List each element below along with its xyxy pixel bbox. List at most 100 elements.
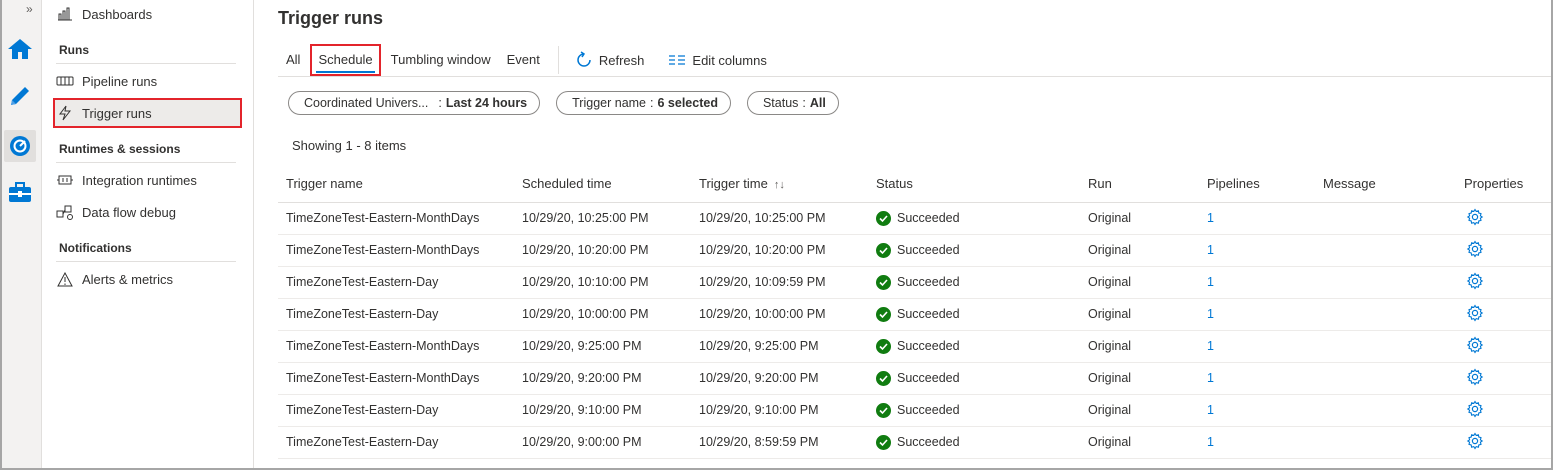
cell-pipelines: 1 bbox=[1199, 330, 1315, 363]
cell-trigger-name: TimeZoneTest-Eastern-MonthDays bbox=[278, 362, 514, 395]
column-header-label: Trigger time bbox=[699, 175, 768, 191]
table-row[interactable]: TimeZoneTest-Eastern-Day 10/29/20, 9:10:0… bbox=[278, 394, 1551, 427]
nav-divider bbox=[56, 63, 236, 64]
pipelines-link[interactable]: 1 bbox=[1207, 307, 1214, 321]
gear-icon[interactable] bbox=[1466, 303, 1484, 322]
gear-icon[interactable] bbox=[1466, 207, 1484, 226]
pipelines-link[interactable]: 1 bbox=[1207, 275, 1214, 289]
item-count: Showing 1 - 8 items bbox=[292, 138, 407, 153]
filter-label: Status bbox=[762, 96, 799, 110]
column-header-run[interactable]: Run bbox=[1080, 165, 1199, 203]
pipelines-link[interactable]: 1 bbox=[1207, 435, 1214, 449]
table-row[interactable]: TimeZoneTest-Eastern-MonthDays 10/29/20, … bbox=[278, 330, 1551, 363]
tab-tumbling-window[interactable]: Tumbling window bbox=[391, 50, 491, 70]
tab-schedule[interactable]: Schedule bbox=[310, 44, 381, 76]
cell-properties bbox=[1456, 330, 1551, 363]
refresh-button[interactable]: Refresh bbox=[575, 51, 644, 69]
pipelines-link[interactable]: 1 bbox=[1207, 403, 1214, 417]
gear-icon[interactable] bbox=[1466, 431, 1484, 450]
trigger-name-filter[interactable]: Trigger name : 6 selected bbox=[556, 91, 731, 115]
cell-run: Original bbox=[1080, 394, 1199, 427]
cell-trigger-time: 10/29/20, 9:10:00 PM bbox=[691, 394, 868, 427]
refresh-icon bbox=[577, 51, 591, 67]
edit-columns-button[interactable]: Edit columns bbox=[668, 53, 767, 68]
column-header-message[interactable]: Message bbox=[1315, 165, 1456, 203]
app-frame: » Dashboards Runs Pipeline runs Trigger … bbox=[0, 0, 1553, 470]
nav-item-label: Alerts & metrics bbox=[82, 271, 174, 287]
pipelines-link[interactable]: 1 bbox=[1207, 339, 1214, 353]
column-header-properties[interactable]: Properties bbox=[1456, 165, 1551, 203]
cell-pipelines: 1 bbox=[1199, 266, 1315, 299]
cell-status: Succeeded bbox=[868, 266, 1080, 299]
column-header-trigger-name[interactable]: Trigger name bbox=[278, 165, 514, 203]
manage-toolbox-icon[interactable] bbox=[6, 178, 34, 206]
gear-icon[interactable] bbox=[1466, 335, 1484, 354]
cell-properties bbox=[1456, 426, 1551, 459]
lightning-icon bbox=[56, 105, 74, 121]
nav-item-integration-runtimes[interactable]: Integration runtimes bbox=[56, 167, 238, 193]
cell-message bbox=[1315, 426, 1456, 459]
cell-message bbox=[1315, 362, 1456, 395]
success-check-icon bbox=[876, 402, 891, 418]
gear-icon[interactable] bbox=[1466, 239, 1484, 258]
pipelines-link[interactable]: 1 bbox=[1207, 211, 1214, 225]
cell-status: Succeeded bbox=[868, 330, 1080, 363]
filter-label: Coordinated Univers... bbox=[304, 96, 429, 110]
cell-run: Original bbox=[1080, 330, 1199, 363]
cell-trigger-time: 10/29/20, 10:09:59 PM bbox=[691, 266, 868, 299]
table-row[interactable]: TimeZoneTest-Eastern-Day 10/29/20, 9:00:0… bbox=[278, 426, 1551, 459]
cell-status: Succeeded bbox=[868, 298, 1080, 331]
gear-icon[interactable] bbox=[1466, 367, 1484, 386]
table-row[interactable]: TimeZoneTest-Eastern-Day 10/29/20, 10:10:… bbox=[278, 266, 1551, 299]
column-header-pipelines[interactable]: Pipelines bbox=[1199, 165, 1315, 203]
table-row[interactable]: TimeZoneTest-Eastern-MonthDays 10/29/20, … bbox=[278, 202, 1551, 235]
monitor-gauge-icon[interactable] bbox=[4, 130, 36, 162]
cell-status: Succeeded bbox=[868, 394, 1080, 427]
sort-icon[interactable]: ↑↓ bbox=[774, 179, 785, 191]
time-range-filter[interactable]: Coordinated Univers... : Last 24 hours bbox=[288, 91, 541, 115]
column-header-status[interactable]: Status bbox=[868, 165, 1080, 203]
home-icon[interactable] bbox=[6, 35, 34, 63]
table-header-row: Trigger name Scheduled time Trigger time… bbox=[278, 165, 1551, 203]
cell-status: Succeeded bbox=[868, 234, 1080, 267]
table-row[interactable]: TimeZoneTest-Eastern-MonthDays 10/29/20, … bbox=[278, 234, 1551, 267]
nav-item-alerts-metrics[interactable]: Alerts & metrics bbox=[56, 266, 238, 292]
nav-item-pipeline-runs[interactable]: Pipeline runs bbox=[56, 68, 238, 94]
status-filter[interactable]: Status : All bbox=[746, 91, 839, 115]
nav-item-dashboards[interactable]: Dashboards bbox=[56, 1, 238, 27]
cell-status: Succeeded bbox=[868, 202, 1080, 235]
gear-icon[interactable] bbox=[1466, 399, 1484, 418]
cell-trigger-name: TimeZoneTest-Eastern-MonthDays bbox=[278, 330, 514, 363]
cell-scheduled-time: 10/29/20, 10:20:00 PM bbox=[514, 234, 691, 267]
cell-message bbox=[1315, 234, 1456, 267]
cell-scheduled-time: 10/29/20, 10:00:00 PM bbox=[514, 298, 691, 331]
warning-triangle-icon bbox=[56, 271, 74, 287]
nav-divider bbox=[56, 162, 236, 163]
filter-separator: : bbox=[802, 96, 806, 110]
pipeline-icon bbox=[56, 73, 74, 89]
nav-item-label: Dashboards bbox=[82, 6, 153, 22]
gear-icon[interactable] bbox=[1466, 271, 1484, 290]
tab-event[interactable]: Event bbox=[507, 50, 540, 70]
filter-value: 6 selected bbox=[657, 96, 718, 110]
cell-trigger-time: 10/29/20, 10:20:00 PM bbox=[691, 234, 868, 267]
filter-value: All bbox=[809, 96, 826, 110]
cell-run: Original bbox=[1080, 202, 1199, 235]
nav-item-data-flow-debug[interactable]: Data flow debug bbox=[56, 199, 238, 225]
page-title: Trigger runs bbox=[278, 8, 384, 28]
author-pencil-icon[interactable] bbox=[6, 82, 34, 110]
cell-run: Original bbox=[1080, 298, 1199, 331]
nav-section-runtimes: Runtimes & sessions bbox=[59, 142, 181, 156]
pipelines-link[interactable]: 1 bbox=[1207, 243, 1214, 257]
pipelines-link[interactable]: 1 bbox=[1207, 371, 1214, 385]
column-header-scheduled-time[interactable]: Scheduled time bbox=[514, 165, 691, 203]
expand-rail-button[interactable]: » bbox=[26, 2, 33, 16]
tab-all[interactable]: All bbox=[286, 50, 300, 70]
success-check-icon bbox=[876, 210, 891, 226]
table-row[interactable]: TimeZoneTest-Eastern-MonthDays 10/29/20, … bbox=[278, 362, 1551, 395]
cell-message bbox=[1315, 298, 1456, 331]
nav-item-trigger-runs[interactable]: Trigger runs bbox=[53, 98, 242, 128]
cell-trigger-name: TimeZoneTest-Eastern-MonthDays bbox=[278, 202, 514, 235]
table-row[interactable]: TimeZoneTest-Eastern-Day 10/29/20, 10:00:… bbox=[278, 298, 1551, 331]
column-header-trigger-time[interactable]: Trigger time ↑↓ bbox=[691, 165, 868, 203]
